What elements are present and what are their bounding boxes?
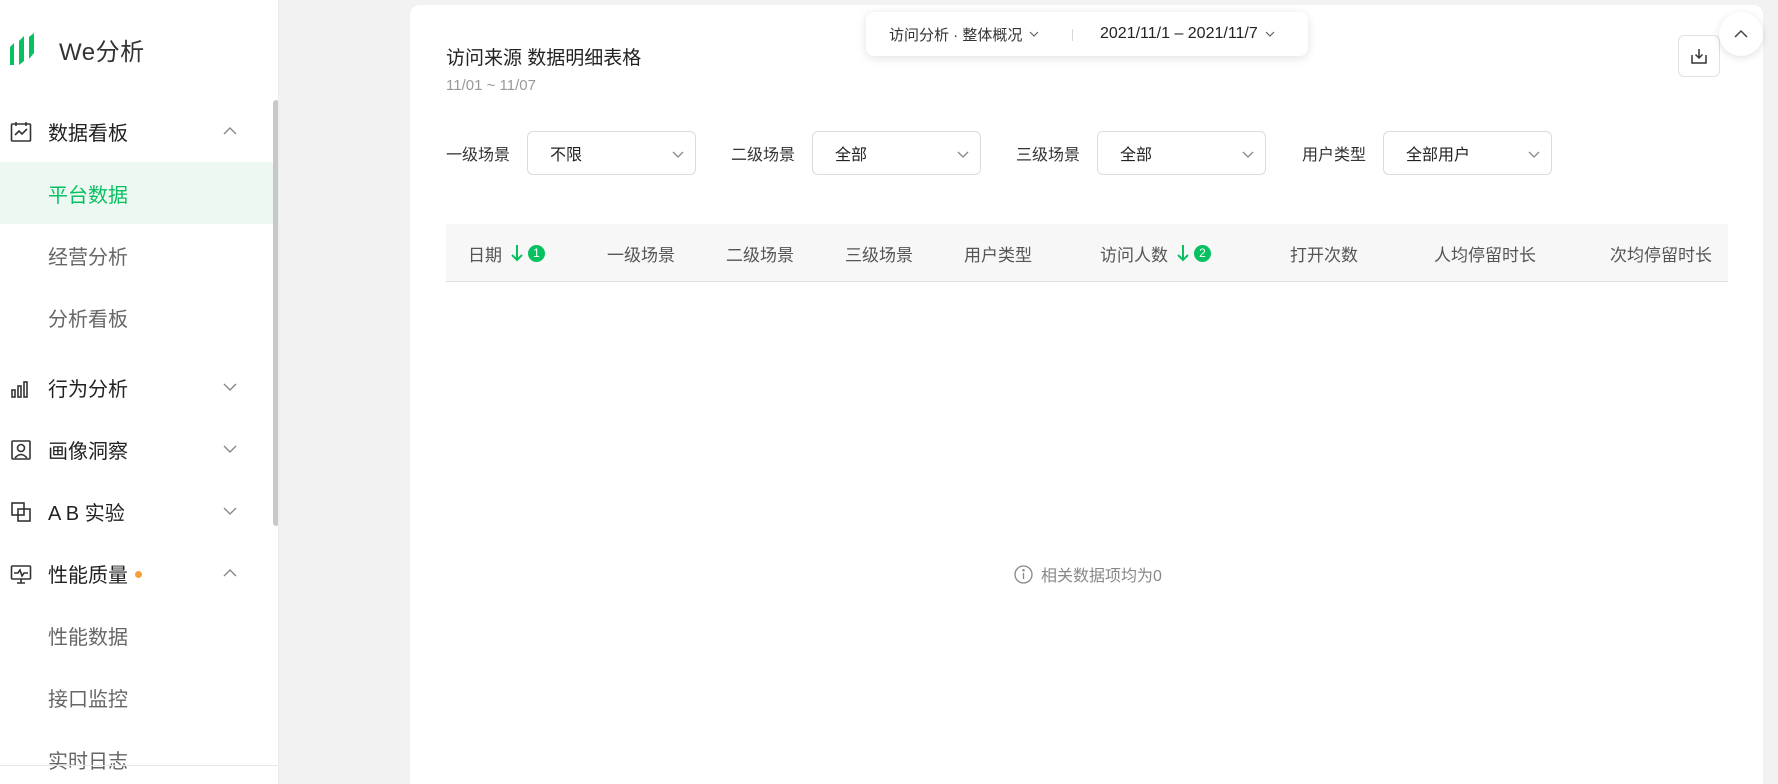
chevron-down-icon <box>223 507 237 515</box>
info-icon <box>1014 564 1033 584</box>
nav-group-ab-test[interactable]: A B 实验 <box>0 480 278 542</box>
date-range-label: 2021/11/1 – 2021/11/7 <box>1100 25 1258 42</box>
user-type-select[interactable]: 全部用户 <box>1383 131 1552 175</box>
nav-group-label: 性能质量 <box>48 559 142 588</box>
column-header-avg-duration-per-open[interactable]: 次均停留时长 <box>1610 224 1712 282</box>
sidebar-item-performance-data[interactable]: 性能数据 <box>0 604 278 666</box>
column-header-date[interactable]: 日期 1 <box>468 224 545 282</box>
analysis-selector-label: 访问分析 · 整体概况 <box>889 26 1023 44</box>
analysis-context-bar: 访问分析 · 整体概况 2021/11/1 – 2021/11/7 <box>866 12 1308 56</box>
nav-group-label: A B 实验 <box>48 502 125 525</box>
empty-state: 相关数据项均为0 <box>1014 562 1162 586</box>
chevron-down-icon <box>1528 151 1540 158</box>
filter-level1-scene: 一级场景 不限 <box>446 131 696 175</box>
nav-group-performance-quality[interactable]: 性能质量 <box>0 542 278 604</box>
nav-group-dashboard[interactable]: 数据看板 <box>0 100 278 162</box>
chevron-down-icon <box>957 151 969 158</box>
column-header-level1-scene[interactable]: 一级场景 <box>607 224 675 282</box>
select-value: 全部 <box>1120 147 1153 164</box>
chevron-down-icon <box>223 445 237 453</box>
chevron-up-icon <box>223 127 237 135</box>
sidebar-item-analysis-board[interactable]: 分析看板 <box>0 286 278 348</box>
sidebar-item-realtime-log[interactable]: 实时日志 <box>0 728 278 784</box>
filter-label: 二级场景 <box>731 147 796 164</box>
sidebar-scrollbar[interactable] <box>273 100 278 526</box>
nav-group-portrait-insight[interactable]: 画像洞察 <box>0 418 278 480</box>
table-header: 日期 1 一级场景 二级场景 三级场景 用户类型 访问人数 2 打开次数 人均停… <box>446 224 1728 282</box>
sidebar-divider <box>0 765 278 766</box>
column-header-level2-scene[interactable]: 二级场景 <box>726 224 794 282</box>
chevron-down-icon <box>1029 31 1039 37</box>
select-value: 不限 <box>550 147 583 164</box>
download-button[interactable] <box>1678 35 1720 77</box>
sidebar-item-business-analysis[interactable]: 经营分析 <box>0 224 278 286</box>
level2-scene-select[interactable]: 全部 <box>812 131 981 175</box>
sort-priority-badge: 2 <box>1194 244 1211 262</box>
sidebar-item-api-monitor[interactable]: 接口监控 <box>0 666 278 728</box>
card-date-range: 11/01 ~ 11/07 <box>446 77 536 94</box>
level3-scene-select[interactable]: 全部 <box>1097 131 1266 175</box>
logo-icon <box>10 32 34 65</box>
notification-dot <box>135 570 142 578</box>
empty-state-text: 相关数据项均为0 <box>1041 568 1162 585</box>
sort-desc-icon <box>1177 245 1189 262</box>
sidebar-nav: 数据看板 平台数据 经营分析 分析看板 行为分析 画像洞察 A B 实验 性能质… <box>0 100 278 784</box>
chevron-down-icon <box>223 383 237 391</box>
chevron-up-icon <box>223 569 237 577</box>
nav-group-behavior-analysis[interactable]: 行为分析 <box>0 356 278 418</box>
filter-level3-scene: 三级场景 全部 <box>1016 131 1266 175</box>
chevron-down-icon <box>1242 151 1254 158</box>
sort-priority-badge: 1 <box>528 244 545 262</box>
column-label: 日期 <box>468 245 502 265</box>
filter-level2-scene: 二级场景 全部 <box>731 131 981 175</box>
filter-label: 三级场景 <box>1016 147 1081 164</box>
monitor-icon <box>10 565 32 584</box>
level1-scene-select[interactable]: 不限 <box>527 131 696 175</box>
nav-group-label: 画像洞察 <box>48 440 128 463</box>
sidebar: We分析 数据看板 平台数据 经营分析 分析看板 行为分析 画像洞察 A B 实… <box>0 0 279 784</box>
download-icon <box>1691 49 1707 64</box>
app-logo[interactable]: We分析 <box>8 32 145 67</box>
filter-label: 一级场景 <box>446 147 511 164</box>
column-header-visitors[interactable]: 访问人数 2 <box>1100 224 1211 282</box>
card-title: 访问来源 数据明细表格 <box>446 48 642 69</box>
ab-test-icon <box>11 502 31 522</box>
sidebar-item-platform-data[interactable]: 平台数据 <box>0 162 278 224</box>
app-name: We分析 <box>59 39 145 66</box>
portrait-icon <box>11 440 31 460</box>
column-header-level3-scene[interactable]: 三级场景 <box>845 224 913 282</box>
sort-desc-icon <box>511 245 523 262</box>
column-header-avg-duration-per-user[interactable]: 人均停留时长 <box>1434 224 1536 282</box>
collapse-button[interactable] <box>1719 12 1763 56</box>
nav-group-label: 行为分析 <box>48 378 128 401</box>
dashboard-icon <box>10 122 32 142</box>
bar-chart-icon <box>11 381 28 398</box>
chevron-up-icon <box>1734 29 1748 38</box>
column-header-user-type[interactable]: 用户类型 <box>964 224 1032 282</box>
date-range-picker[interactable]: 2021/11/1 – 2021/11/7 <box>1100 25 1276 43</box>
column-header-opens[interactable]: 打开次数 <box>1290 224 1358 282</box>
nav-group-label: 数据看板 <box>48 122 128 145</box>
filter-user-type: 用户类型 全部用户 <box>1302 131 1552 175</box>
nav-group-label-text: 性能质量 <box>48 564 128 587</box>
select-value: 全部用户 <box>1406 147 1471 164</box>
chevron-down-icon <box>672 151 684 158</box>
filter-label: 用户类型 <box>1302 147 1367 164</box>
column-label: 访问人数 <box>1100 245 1168 265</box>
chevron-down-icon <box>1265 31 1275 37</box>
detail-table-card: 访问来源 数据明细表格 11/01 ~ 11/07 <box>410 5 1763 784</box>
select-value: 全部 <box>835 147 868 164</box>
analysis-selector[interactable]: 访问分析 · 整体概况 <box>889 24 1040 45</box>
topbar-divider <box>1072 29 1073 41</box>
